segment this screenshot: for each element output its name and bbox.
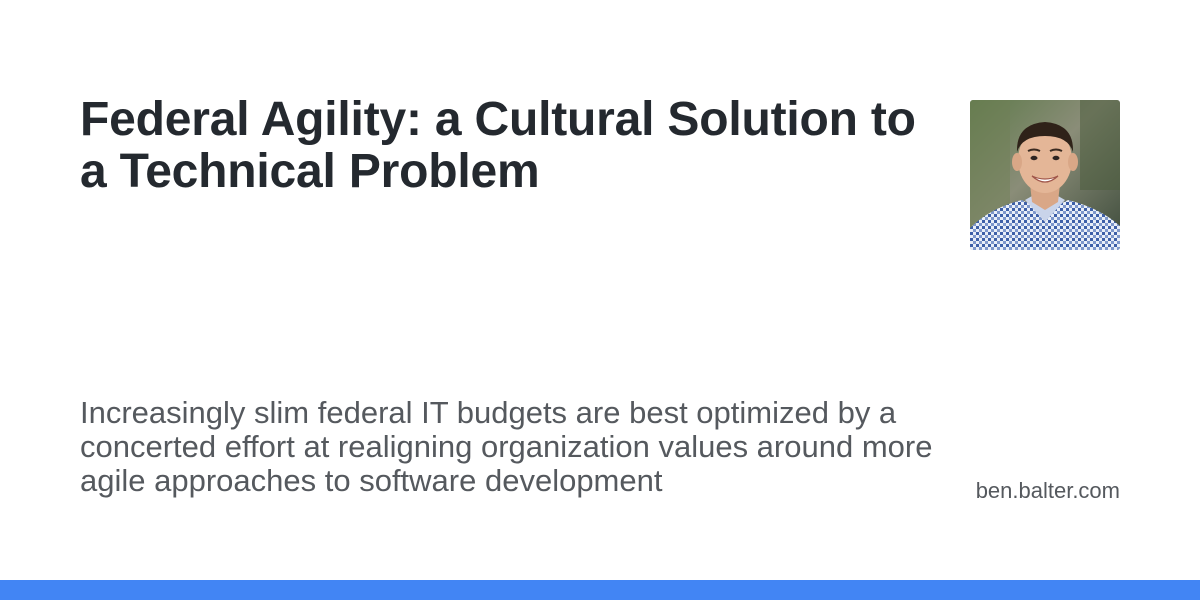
site-domain: ben.balter.com: [975, 478, 1120, 503]
page-description: Increasingly slim federal IT budgets are…: [80, 395, 933, 498]
author-photo-icon: [970, 100, 1120, 250]
accent-bar: [0, 580, 1200, 600]
page-title: Federal Agility: a Cultural Solution to …: [80, 93, 916, 198]
author-avatar: [970, 100, 1120, 250]
social-card: Federal Agility: a Cultural Solution to …: [0, 0, 1200, 600]
